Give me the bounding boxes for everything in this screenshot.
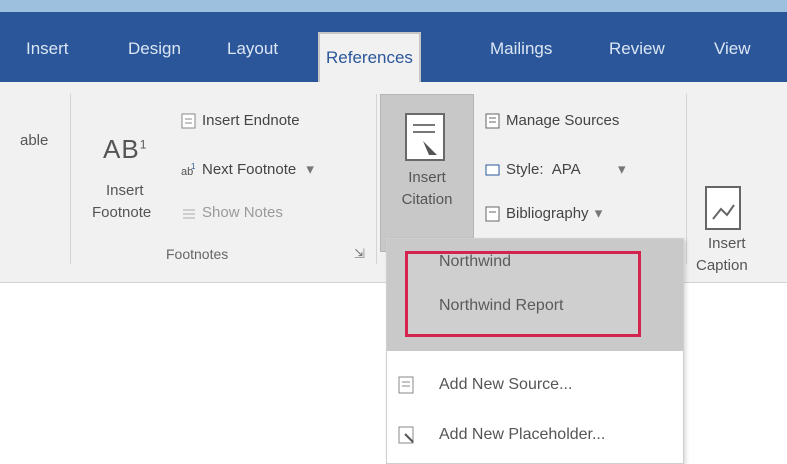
- footnotes-dialog-launcher-icon[interactable]: ⇲: [354, 246, 365, 262]
- manage-sources-button[interactable]: Manage Sources: [484, 112, 619, 130]
- tab-mailings[interactable]: Mailings: [484, 28, 558, 70]
- insert-citation-label: Insert Citation: [401, 169, 453, 208]
- ribbon-tab-bar: Insert Design Layout References Mailings…: [0, 12, 787, 86]
- next-footnote-dropdown-icon[interactable]: ▾: [306, 161, 314, 178]
- insert-citation-button[interactable]: Insert Citation: [380, 94, 474, 252]
- next-footnote-button[interactable]: ab 1 Next Footnote ▾: [180, 160, 314, 179]
- source-item-northwind[interactable]: Northwind: [439, 253, 511, 271]
- add-new-placeholder-item[interactable]: Add New Placeholder...: [387, 415, 683, 455]
- tab-insert[interactable]: Insert: [20, 28, 75, 70]
- separator: [376, 94, 377, 264]
- tab-view[interactable]: View: [708, 28, 757, 70]
- style-dropdown-icon: ▾: [617, 161, 626, 178]
- add-source-icon: [398, 376, 414, 394]
- insert-citation-dropdown: Northwind Northwind Report Add New Sourc…: [386, 238, 684, 464]
- insert-caption-label-1: Insert: [708, 235, 746, 252]
- manage-sources-icon: [485, 113, 500, 129]
- add-new-placeholder-label: Add New Placeholder...: [439, 426, 606, 443]
- tab-references[interactable]: References: [318, 32, 421, 86]
- bibliography-button[interactable]: Bibliography ▾: [484, 204, 602, 223]
- insert-footnote-label-2: Footnote: [92, 204, 152, 221]
- source-item-northwind-report[interactable]: Northwind Report: [439, 297, 564, 315]
- bibliography-dropdown-icon: ▾: [594, 205, 603, 222]
- next-footnote-icon: ab 1: [181, 162, 196, 178]
- citation-style-dropdown[interactable]: Style: APA ▾: [484, 160, 625, 179]
- tab-layout[interactable]: Layout: [221, 28, 284, 70]
- sources-area: Northwind Northwind Report: [387, 239, 683, 351]
- insert-citation-icon: [405, 113, 445, 161]
- show-notes-icon: [183, 209, 195, 219]
- style-icon: [485, 164, 500, 176]
- separator: [70, 94, 71, 264]
- top-strip: [0, 0, 787, 12]
- add-placeholder-icon: [398, 426, 414, 444]
- footnotes-group-label: Footnotes: [166, 246, 229, 262]
- insert-endnote-icon: [181, 113, 196, 129]
- insert-endnote-button[interactable]: Insert Endnote: [180, 112, 300, 130]
- cut-off-label: able: [20, 132, 49, 149]
- bibliography-icon: [485, 206, 500, 222]
- insert-caption-icon: [705, 186, 741, 230]
- add-new-source-label: Add New Source...: [439, 376, 573, 393]
- insert-caption-button[interactable]: Insert Caption: [696, 177, 787, 332]
- tab-design[interactable]: Design: [122, 28, 187, 70]
- separator: [686, 94, 687, 264]
- add-new-source-item[interactable]: Add New Source...: [387, 365, 683, 405]
- svg-text:1: 1: [191, 162, 196, 171]
- tab-review[interactable]: Review: [603, 28, 671, 70]
- insert-caption-label-2: Caption: [696, 257, 748, 274]
- show-notes-button[interactable]: Show Notes: [180, 204, 283, 222]
- footnote-ab-icon: AB1: [103, 134, 148, 164]
- insert-footnote-label-1: Insert: [106, 182, 144, 199]
